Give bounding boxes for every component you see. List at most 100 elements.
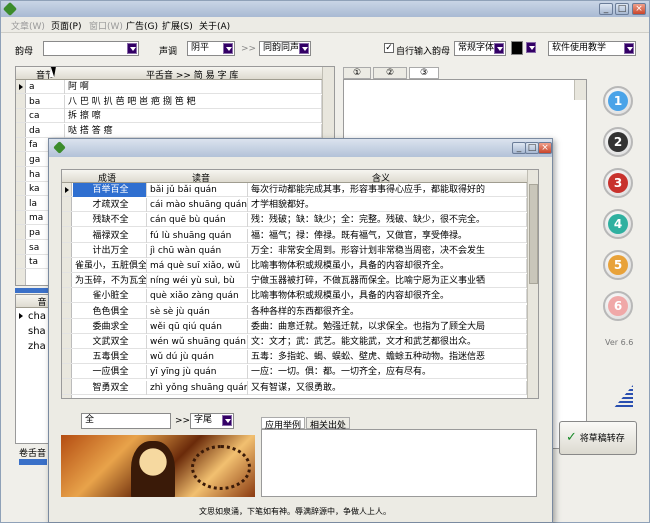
idiom-row[interactable]: 委曲求全 wěi qū qiú quán 委曲：曲意迁就。勉强迁就，以求保全。也指为… <box>62 319 527 334</box>
rhyme-row[interactable]: ba 八 巴 叭 扒 芭 吧 岜 疤 捌 笆 粑 <box>16 94 322 109</box>
dialog-logo-icon <box>53 141 66 154</box>
tone-select[interactable]: 阴平 <box>187 41 235 56</box>
template-button-5[interactable]: 5 <box>603 250 633 280</box>
font-select-value: 常规字体 <box>458 43 495 53</box>
idiom-grid-scrollbar[interactable] <box>527 170 538 398</box>
idiom-row[interactable]: 为玉碎，不为瓦全 níng wéi yù suì, bù 宁做玉器被打碎，不做瓦器而… <box>62 274 527 289</box>
dialog-title-bar: _ □ × <box>49 139 552 157</box>
rhyme-cell: da <box>27 123 65 138</box>
menu-window[interactable]: 窗口(W) <box>89 19 123 32</box>
menu-extend[interactable]: 扩展(S) <box>162 19 193 32</box>
search-arrow: >> <box>175 416 191 426</box>
draft-tab-2[interactable]: ② <box>373 67 407 79</box>
custom-rhyme-checkbox[interactable]: ✓ <box>384 43 394 53</box>
idiom-cell: 智勇双全 <box>73 380 147 395</box>
search-input[interactable]: 全 <box>81 413 171 429</box>
position-select[interactable]: 字尾 <box>190 413 234 429</box>
pinyin-cell: yī yīng jù quán <box>148 365 248 380</box>
pinyin-cell: wěi qū qiú quán <box>148 319 248 334</box>
idiom-grid: 成语 读音 含义 百举百全 bǎi jǔ bǎi quán 每次行动都能完成其事，形… <box>61 169 539 399</box>
idiom-row[interactable]: 福禄双全 fú lù shuāng quán 福：福气；禄：俸禄。既有福气，又做官，… <box>62 228 527 243</box>
idiom-row[interactable]: 雀小脏全 què xiǎo zàng quán 比喻事物体积或规模虽小，具备的内容却… <box>62 289 527 304</box>
idiom-row[interactable]: 残缺不全 cán quē bù quán 残：残破；缺：缺少；全：完整。残破、缺少，… <box>62 213 527 228</box>
position-select-value: 字尾 <box>194 415 213 425</box>
idiom-cell: 委曲求全 <box>73 319 147 334</box>
idiom-row[interactable]: 文武双全 wén wǔ shuāng quán 文：文才；武：武艺。能文能武，文才和… <box>62 335 527 349</box>
menu-page[interactable]: 页面(P) <box>51 19 81 32</box>
draft-tabs: ① ② ③ <box>343 67 583 79</box>
idiom-row[interactable]: 一应俱全 yī yīng jù quán 一应：一切。俱：都。一切齐全，应有尽有。 <box>62 365 527 380</box>
chars-cell: 哒 搭 答 瘩 <box>66 123 322 138</box>
draft-tab-1[interactable]: ① <box>343 67 371 79</box>
banner-image <box>61 435 255 497</box>
chevron-down-icon <box>624 43 634 54</box>
template-button-1[interactable]: 1 <box>603 86 633 116</box>
signal-bars-icon <box>613 385 633 409</box>
color-dropdown-button[interactable] <box>525 42 536 54</box>
idiom-row[interactable]: 百举百全 bǎi jǔ bǎi quán 每次行动都能完成其事，形容事事得心应手，都… <box>62 183 527 197</box>
template-button-4[interactable]: 4 <box>603 209 633 239</box>
template-1-icon: 1 <box>608 91 628 111</box>
usage-select-value: 软件使用教学 <box>552 43 607 53</box>
meaning-cell: 比喻事物体积或规模虽小，具备的内容却很齐全。 <box>249 289 527 304</box>
meaning-cell: 才学相貌都好。 <box>249 198 527 213</box>
idiom-row[interactable]: 色色俱全 sè sè jù quán 各种各样的东西都很齐全。 <box>62 304 527 319</box>
idiom-row[interactable]: 计出万全 jì chū wàn quán 万全：非常安全周到。形容计划非常稳当周密，… <box>62 243 527 258</box>
retro-row-cha[interactable]: cha <box>28 311 46 322</box>
color-swatch[interactable] <box>511 41 523 55</box>
minimize-button[interactable]: _ <box>599 3 613 15</box>
dialog-footer: 文思如泉涌，下笔如有神。辱满辞源中，争做人上人。 <box>199 507 391 516</box>
dialog-close-button[interactable]: × <box>538 142 552 154</box>
pinyin-cell: cái mào shuāng quán <box>150 198 248 213</box>
chevron-down-icon <box>127 43 137 54</box>
status-progress-bar <box>19 459 47 465</box>
dialog-minimize-button[interactable]: _ <box>512 142 526 154</box>
idiom-cell: 为玉碎，不为瓦全 <box>75 274 147 289</box>
version-label: Ver 6.6 <box>605 338 634 347</box>
dialog-maximize-button[interactable]: □ <box>525 142 539 154</box>
pinyin-cell: zhì yǒng shuāng quán <box>150 380 248 395</box>
rhyme-row[interactable]: a阿 啊 <box>16 80 322 94</box>
menu-bar: 文章(W) 页面(P) 窗口(W) 广告(G) 扩展(S) 关于(A) <box>1 17 649 33</box>
retro-row-sha[interactable]: sha <box>28 326 46 337</box>
save-draft-button[interactable]: ✓ 将草稿转存 <box>559 421 637 455</box>
idiom-row[interactable]: 五毒俱全 wǔ dú jù quán 五毒：多指蛇、蝎、蜈蚣、壁虎、蟾蜍五种动物。指… <box>62 350 527 365</box>
chevron-down-icon <box>299 43 309 54</box>
maximize-button[interactable]: □ <box>615 3 629 15</box>
template-button-2[interactable]: 2 <box>603 127 633 157</box>
menu-article[interactable]: 文章(W) <box>11 19 45 32</box>
menu-ads[interactable]: 广告(G) <box>126 19 158 32</box>
rhyme-cell: a <box>27 80 65 94</box>
rhyme-row[interactable]: da 哒 搭 答 瘩 <box>16 123 322 138</box>
template-button-3[interactable]: 3 <box>603 168 633 198</box>
meaning-cell: 一应：一切。俱：都。一切齐全，应有尽有。 <box>249 365 527 380</box>
menu-about[interactable]: 关于(A) <box>199 19 230 32</box>
idiom-cell: 百举百全 <box>73 183 147 197</box>
rhyme-row[interactable]: ca 拆 擦 嚓 <box>16 109 322 124</box>
detail-textarea[interactable] <box>261 429 537 497</box>
retroflex-col[interactable]: 音 <box>37 298 46 308</box>
draft-scrollbar[interactable] <box>574 80 586 100</box>
idiom-cell: 雀小脏全 <box>73 289 147 304</box>
app-logo-icon <box>2 1 18 17</box>
tab-usage-example[interactable]: 应用举例 <box>261 417 305 431</box>
template-button-6[interactable]: 6 <box>603 291 633 321</box>
meaning-cell: 又有智谋，又很勇敢。 <box>249 380 527 395</box>
chevron-down-icon <box>223 43 233 54</box>
template-2-icon: 2 <box>608 132 628 152</box>
rhyme-select[interactable] <box>43 41 139 56</box>
font-select[interactable]: 常规字体 <box>454 41 506 56</box>
scroll-thumb[interactable] <box>529 184 538 284</box>
rhyme-mode-select[interactable]: 同韵同声 <box>259 41 311 56</box>
usage-select[interactable]: 软件使用教学 <box>548 41 636 56</box>
tab-source[interactable]: 相关出处 <box>306 417 350 431</box>
idiom-row[interactable]: 智勇双全 zhì yǒng shuāng quán 又有智谋，又很勇敢。 <box>62 380 527 395</box>
close-button[interactable]: × <box>632 3 646 15</box>
meaning-cell: 福：福气；禄：俸禄。既有福气，又做官，享受俸禄。 <box>249 228 527 243</box>
idiom-row[interactable]: 雀虽小，五脏俱全 má què suī xiǎo, wǔ 比喻事物体积或规模虽小，具… <box>62 259 527 273</box>
retro-row-zha[interactable]: zha <box>28 341 46 352</box>
draft-tab-3[interactable]: ③ <box>409 67 439 79</box>
idiom-row[interactable]: 才疏双全 cái mào shuāng quán 才学相貌都好。 <box>62 198 527 213</box>
meaning-cell: 每次行动都能完成其事，形容事事得心应手，都能取得好的 <box>249 183 527 197</box>
pinyin-cell: fú lù shuāng quán <box>148 228 248 243</box>
